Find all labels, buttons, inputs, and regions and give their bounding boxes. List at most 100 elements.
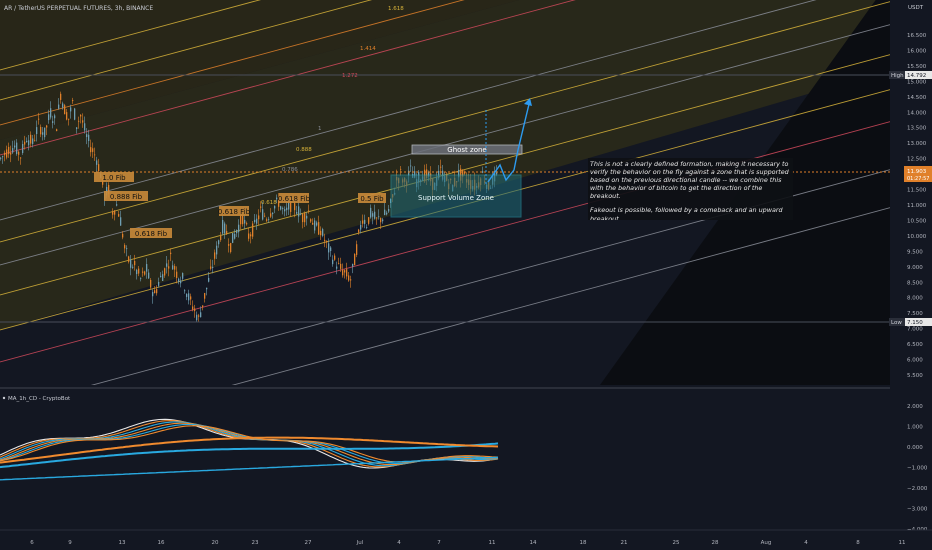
indicator-name: MA_1h_CD - CryptoBot (8, 396, 71, 402)
time-axis[interactable] (0, 530, 932, 550)
candle-body (72, 99, 74, 102)
price-tick: 8.500 (907, 280, 923, 286)
candle-body (248, 233, 250, 239)
time-tick: Aug (761, 540, 772, 546)
candle-body (230, 243, 232, 253)
candle-body (170, 252, 172, 255)
fib-tag: 0.618 Fib (218, 208, 251, 216)
candle-body (22, 144, 24, 153)
candle-body (166, 263, 168, 267)
candle-body (48, 114, 50, 121)
candle-body (80, 114, 82, 117)
time-tick: 11 (489, 540, 496, 546)
candle-body (368, 217, 370, 224)
candle-body (378, 216, 380, 218)
candle-body (162, 274, 164, 281)
candle-body (322, 229, 324, 236)
time-tick: 11 (899, 540, 906, 546)
candle-body (324, 239, 326, 242)
candle-body (400, 168, 402, 170)
candle-body (180, 280, 182, 284)
support-zone-label: Support Volume Zone (418, 194, 494, 202)
time-tick: 21 (621, 540, 628, 546)
time-tick: Jul (356, 540, 364, 546)
candle-body (74, 108, 76, 120)
candle-body (46, 125, 48, 128)
candle-body (352, 263, 354, 267)
candle-body (204, 293, 206, 299)
candle-body (386, 212, 388, 215)
candle-body (112, 211, 114, 215)
candle-body (280, 206, 282, 210)
candle-body (20, 157, 22, 159)
candle-body (94, 154, 96, 156)
candle-body (334, 255, 336, 260)
candle-body (226, 230, 228, 235)
candle-body (192, 306, 194, 310)
candle-body (336, 266, 338, 269)
candle-body (216, 245, 218, 255)
candle-body (38, 118, 40, 120)
candle-body (132, 266, 134, 268)
candle-body (270, 213, 272, 217)
candle-body (168, 266, 170, 269)
candle-body (18, 151, 20, 155)
oscillator-lines (0, 418, 499, 481)
candle-body (122, 233, 124, 238)
candle-body (384, 209, 386, 216)
candle-body (44, 127, 46, 138)
candle-body (344, 270, 346, 273)
candle-body (60, 93, 62, 100)
candle-body (244, 219, 246, 224)
candle-body (116, 204, 118, 206)
candle-body (76, 127, 78, 129)
candle-body (176, 271, 178, 278)
candle-body (330, 247, 332, 251)
candle-body (188, 293, 190, 301)
candle-body (254, 219, 256, 223)
osc-tick: −1.000 (907, 466, 928, 472)
candle-body (150, 279, 152, 288)
candle-body (90, 147, 92, 153)
price-tick: 7.500 (907, 311, 923, 317)
last-price: 11.903 (907, 169, 927, 175)
candle-body (304, 212, 306, 223)
candle-body (370, 207, 372, 218)
time-tick: 28 (712, 540, 719, 546)
candle-body (294, 203, 296, 211)
candle-body (160, 275, 162, 277)
candle-body (0, 157, 2, 159)
candle-body (208, 277, 210, 282)
candle-body (288, 202, 290, 210)
candle-body (144, 271, 146, 275)
candle-body (54, 115, 56, 119)
trading-chart[interactable]: Ghost zone Support Volume Zone 1.0 Fib 0… (0, 0, 932, 550)
candle-body (70, 107, 72, 112)
candle-body (376, 217, 378, 219)
candle-body (206, 287, 208, 290)
candle-body (158, 281, 160, 286)
candle-body (328, 243, 330, 253)
osc-tick: −3.000 (907, 507, 928, 513)
candle-body (198, 315, 200, 317)
price-tick: 10.500 (907, 218, 927, 224)
candle-body (340, 263, 342, 269)
candle-body (190, 296, 192, 300)
candle-body (332, 259, 334, 265)
candle-body (310, 219, 312, 222)
time-tick: 16 (158, 540, 165, 546)
candle-body (96, 160, 98, 165)
candle-body (302, 214, 304, 223)
candle-body (272, 212, 274, 215)
candle-body (348, 275, 350, 281)
candle-body (10, 152, 12, 155)
candle-body (234, 233, 236, 239)
candle-body (318, 222, 320, 235)
candle-body (260, 206, 262, 208)
candle-body (26, 140, 28, 143)
candle-body (62, 103, 64, 108)
candle-body (382, 219, 384, 222)
annotation-paragraph-2: Fakeout is possible, followed by a comeb… (590, 206, 783, 220)
candle-body (346, 269, 348, 277)
fib-label-1618: 1.618 (388, 6, 404, 12)
